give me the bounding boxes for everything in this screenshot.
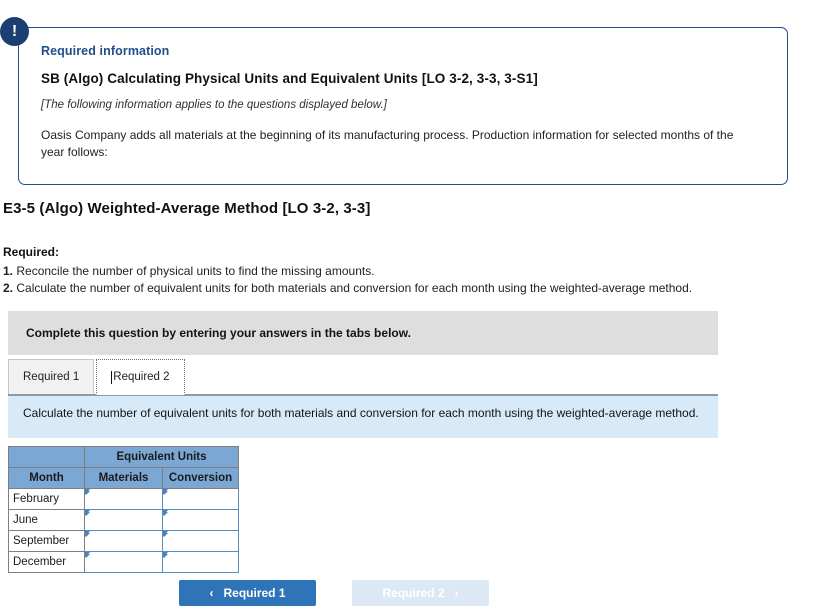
applies-note: [The following information applies to th… (41, 99, 387, 111)
complete-question-bar: Complete this question by entering your … (8, 311, 718, 355)
next-required-2-button[interactable]: Required 2 › (352, 580, 489, 606)
problem-title: SB (Algo) Calculating Physical Units and… (41, 71, 538, 86)
problem-body-text: Oasis Company adds all materials at the … (41, 128, 734, 160)
answer-tabs: Required 1 Required 2 (8, 357, 718, 395)
required-list: Required: 1. Reconcile the number of phy… (3, 244, 803, 297)
input-june-conversion[interactable] (162, 509, 239, 531)
tab-required-2-label: Required 2 (113, 371, 170, 383)
table-body: February June September December (8, 488, 239, 573)
exclamation-icon: ! (0, 17, 29, 46)
input-september-materials[interactable] (84, 530, 163, 552)
required-list-item: 2. Calculate the number of equivalent un… (3, 280, 803, 297)
required-information-box: Required information SB (Algo) Calculati… (18, 27, 788, 185)
required-item-number: 2. (3, 281, 14, 296)
table-row: December (8, 551, 239, 573)
complete-question-text: Complete this question by entering your … (26, 326, 411, 340)
row-label-february: February (8, 488, 85, 510)
table-head: Equivalent Units Month Materials Convers… (8, 446, 239, 489)
next-required-2-label: Required 2 (382, 586, 445, 600)
row-label-september: September (8, 530, 85, 552)
table-row: September (8, 530, 239, 552)
prev-required-1-label: Required 1 (223, 586, 286, 600)
required-information-panel: ! Required information SB (Algo) Calcula… (0, 17, 788, 185)
column-header-materials: Materials (84, 467, 163, 489)
row-label-june: June (8, 509, 85, 531)
table-row: February (8, 488, 239, 510)
tab-required-2[interactable]: Required 2 (96, 359, 185, 395)
required-list-heading: Required: (3, 245, 60, 259)
tab-required-1-label: Required 1 (23, 371, 80, 383)
prev-required-1-button[interactable]: ‹ Required 1 (179, 580, 316, 606)
table-corner-cell (8, 446, 85, 468)
input-february-materials[interactable] (84, 488, 163, 510)
chevron-left-icon: ‹ (209, 586, 214, 600)
table-group-header-row: Equivalent Units (8, 446, 239, 468)
required-information-label: Required information (41, 44, 170, 58)
input-september-conversion[interactable] (162, 530, 239, 552)
table-group-header-equivalent-units: Equivalent Units (84, 446, 239, 468)
input-february-conversion[interactable] (162, 488, 239, 510)
exercise-heading: E3-5 (Algo) Weighted-Average Method [LO … (3, 200, 371, 217)
input-june-materials[interactable] (84, 509, 163, 531)
equivalent-units-table: Equivalent Units Month Materials Convers… (8, 446, 239, 573)
required-item-text: Reconcile the number of physical units t… (13, 264, 375, 279)
required-item-text: Calculate the number of equivalent units… (13, 281, 693, 296)
text-caret (111, 370, 113, 384)
tab-instruction-text: Calculate the number of equivalent units… (23, 406, 699, 420)
input-december-conversion[interactable] (162, 551, 239, 573)
table-column-header-row: Month Materials Conversion (8, 467, 239, 489)
tab-navigation-buttons: ‹ Required 1 Required 2 › (179, 580, 489, 606)
column-header-month: Month (8, 467, 85, 489)
table-row: June (8, 509, 239, 531)
row-label-december: December (8, 551, 85, 573)
required-list-item: 1. Reconcile the number of physical unit… (3, 263, 803, 280)
tab-required-1[interactable]: Required 1 (8, 359, 95, 395)
required-item-number: 1. (3, 264, 14, 279)
input-december-materials[interactable] (84, 551, 163, 573)
column-header-conversion: Conversion (162, 467, 239, 489)
tab-instruction-bar: Calculate the number of equivalent units… (8, 394, 718, 438)
chevron-right-icon: › (454, 586, 459, 600)
